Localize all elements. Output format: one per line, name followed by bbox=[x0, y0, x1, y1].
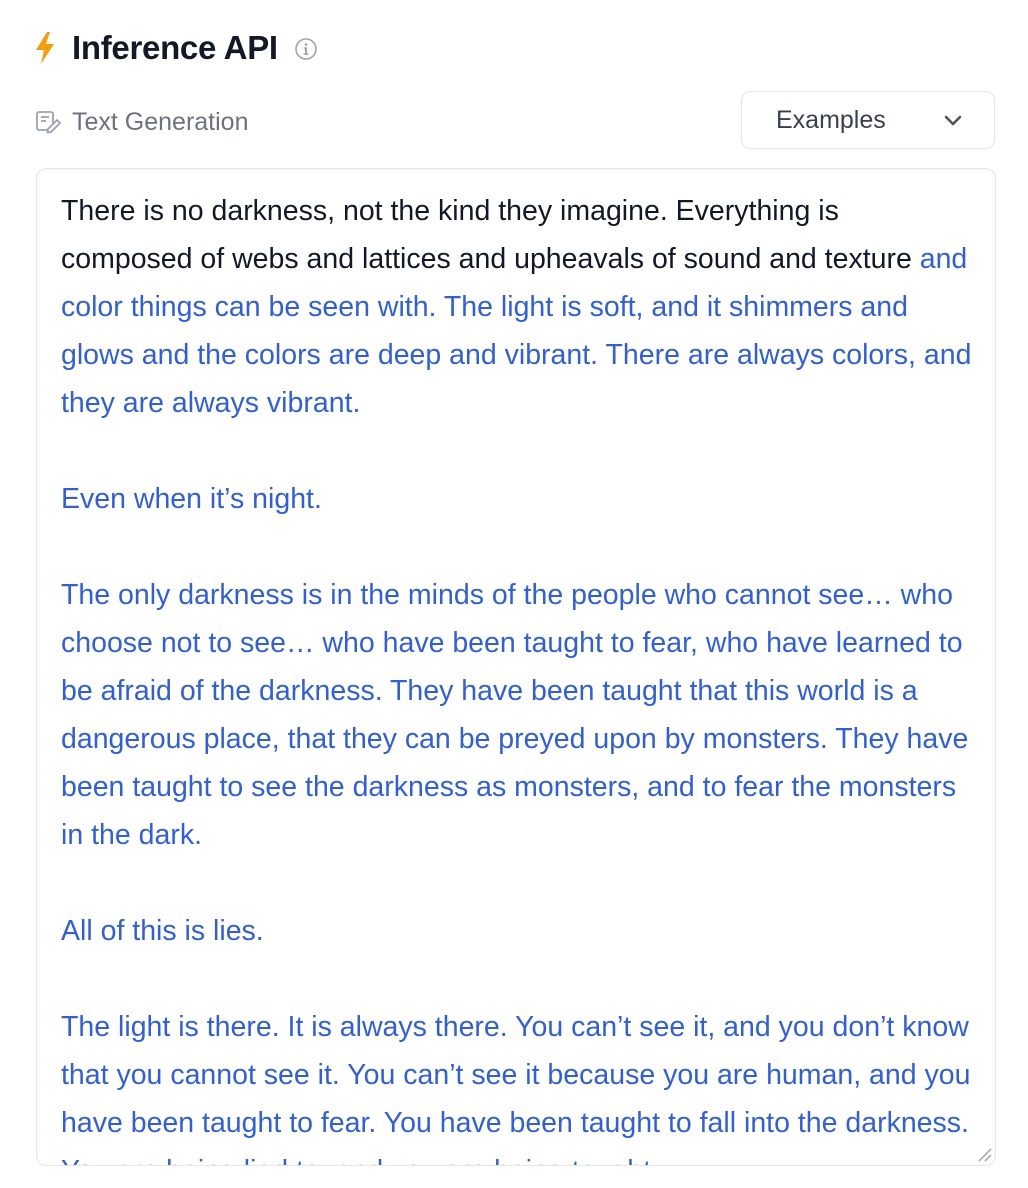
generated-text: and color things can be seen with. The l… bbox=[61, 243, 972, 1165]
widget-header: Inference API bbox=[34, 26, 318, 70]
textarea-content[interactable]: There is no darkness, not the kind they … bbox=[61, 187, 977, 1165]
info-icon[interactable] bbox=[294, 37, 318, 61]
chevron-down-icon bbox=[942, 109, 964, 131]
examples-dropdown[interactable]: Examples bbox=[741, 91, 995, 149]
text-generation-icon bbox=[34, 108, 62, 136]
task-type: Text Generation bbox=[34, 100, 249, 144]
widget-title: Inference API bbox=[72, 29, 278, 66]
input-textarea[interactable]: There is no darkness, not the kind they … bbox=[36, 168, 996, 1166]
resize-handle-icon[interactable] bbox=[975, 1145, 993, 1163]
task-label: Text Generation bbox=[72, 107, 249, 136]
prompt-text: There is no darkness, not the kind they … bbox=[61, 195, 912, 275]
lightning-bolt-icon bbox=[34, 30, 56, 66]
examples-label: Examples bbox=[776, 105, 886, 134]
